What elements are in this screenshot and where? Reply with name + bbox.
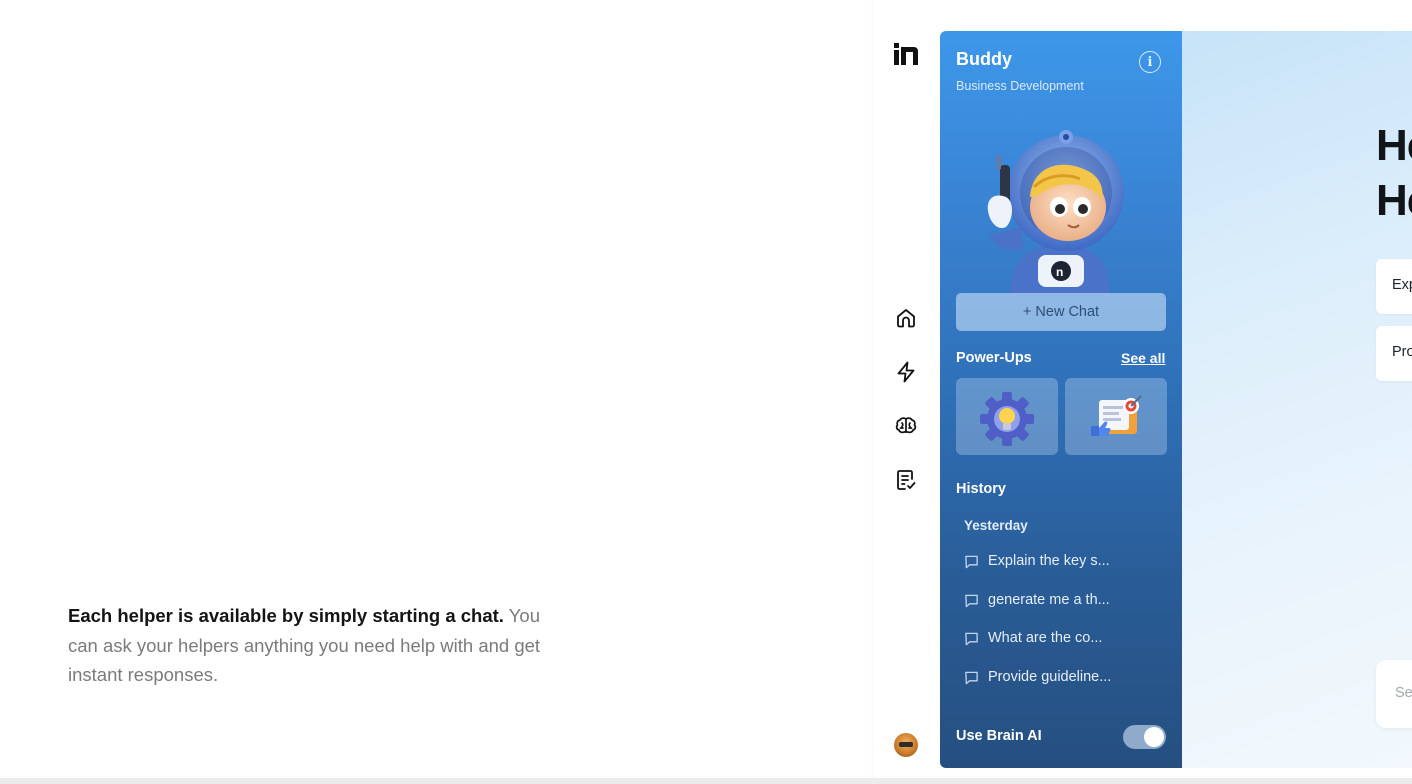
- feature-caption: Each helper is available by simply start…: [68, 601, 548, 690]
- history-heading: History: [956, 481, 1006, 497]
- history-item-label: What are the co...: [988, 630, 1103, 646]
- new-chat-button[interactable]: + New Chat: [956, 293, 1166, 331]
- chat-bubble-icon: [965, 632, 978, 645]
- checklist-icon[interactable]: [893, 467, 919, 493]
- brain-icon[interactable]: [893, 413, 919, 439]
- info-icon[interactable]: i: [1139, 51, 1161, 73]
- use-brain-ai-toggle[interactable]: [1123, 725, 1166, 749]
- powerups-heading: Power-Ups: [956, 350, 1032, 366]
- caption-strong: Each helper is available by simply start…: [68, 605, 504, 626]
- document-target-icon: [1091, 394, 1142, 436]
- toggle-knob: [1144, 727, 1164, 747]
- history-item-label: generate me a th...: [988, 592, 1110, 608]
- chat-input[interactable]: Se: [1376, 660, 1412, 728]
- user-avatar[interactable]: [894, 733, 918, 757]
- chat-main-area: He He Exp Pro Se: [1182, 31, 1412, 768]
- greeting-line-1: He: [1376, 121, 1412, 170]
- powerup-card-ideas[interactable]: [956, 378, 1058, 455]
- page: Each helper is available by simply start…: [0, 0, 1412, 784]
- history-item-label: Explain the key s...: [988, 553, 1110, 569]
- suggestion-card[interactable]: Pro: [1376, 326, 1412, 381]
- chat-bubble-icon: [965, 594, 978, 607]
- history-item[interactable]: generate me a th...: [964, 589, 1164, 611]
- helper-mascot-image: n: [980, 127, 1140, 295]
- bottom-divider: [0, 778, 1412, 784]
- helper-panel: Buddy Business Development i n + New Cha…: [940, 31, 1182, 768]
- see-all-powerups-link[interactable]: See all: [1121, 350, 1165, 366]
- app-logo-icon[interactable]: [894, 43, 918, 65]
- chat-bubble-icon: [965, 555, 978, 568]
- history-item-label: Provide guideline...: [988, 669, 1112, 685]
- history-item[interactable]: Explain the key s...: [964, 550, 1164, 572]
- history-item[interactable]: What are the co...: [964, 627, 1164, 649]
- gear-bulb-icon: [980, 391, 1034, 446]
- helper-name: Buddy: [956, 49, 1012, 69]
- chat-bubble-icon: [965, 671, 978, 684]
- use-brain-ai-label: Use Brain AI: [956, 728, 1042, 744]
- icon-rail: [873, 0, 940, 778]
- lightning-icon[interactable]: [893, 359, 919, 385]
- svg-text:n: n: [1056, 265, 1063, 279]
- history-date-group: Yesterday: [964, 518, 1028, 533]
- helper-role: Business Development: [956, 79, 1084, 93]
- suggestion-card[interactable]: Exp: [1376, 259, 1412, 314]
- history-item[interactable]: Provide guideline...: [964, 666, 1164, 688]
- home-icon[interactable]: [893, 305, 919, 331]
- greeting-line-2: He: [1376, 176, 1412, 225]
- powerup-card-marketing[interactable]: [1065, 378, 1167, 455]
